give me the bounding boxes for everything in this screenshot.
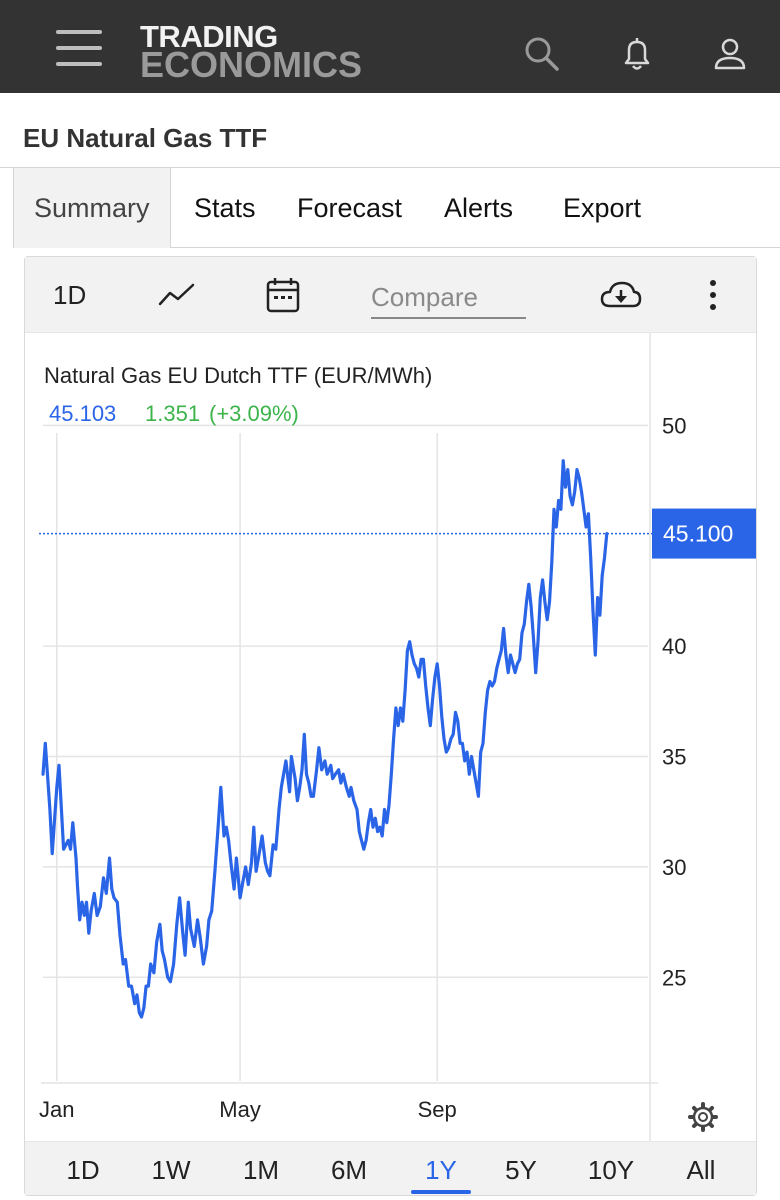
change-percent: (+3.09%) [209, 401, 299, 426]
search-icon[interactable] [522, 34, 562, 74]
page-title: EU Natural Gas TTF [23, 123, 268, 153]
y-tick-label: 25 [662, 965, 686, 990]
calendar-icon[interactable] [265, 257, 301, 333]
compare-input[interactable] [371, 277, 526, 319]
period-1y[interactable]: 1Y [411, 1142, 471, 1196]
price-chart[interactable]: Natural Gas EU Dutch TTF (EUR/MWh) 45.10… [25, 333, 756, 1141]
y-tick-label: 50 [662, 413, 686, 438]
period-5y[interactable]: 5Y [501, 1142, 541, 1196]
x-tick-label: Sep [418, 1097, 457, 1122]
series-line [41, 459, 609, 1019]
top-bar: TRADING ECONOMICS [0, 0, 780, 93]
y-tick-label: 30 [662, 855, 686, 880]
period-10y[interactable]: 10Y [581, 1142, 641, 1196]
tab-export[interactable]: Export [563, 168, 641, 248]
logo[interactable]: TRADING ECONOMICS [140, 21, 363, 85]
period-selector: 1D 1W 1M 6M 1Y 5Y 10Y All [25, 1141, 756, 1195]
x-tick-label: Jan [39, 1097, 74, 1122]
chart-title: Natural Gas EU Dutch TTF (EUR/MWh) [44, 363, 432, 388]
line-chart-icon[interactable] [157, 257, 197, 333]
x-tick-label: May [219, 1097, 261, 1122]
cloud-download-icon[interactable] [599, 257, 643, 333]
price-badge-text: 45.100 [663, 521, 733, 547]
user-icon[interactable] [710, 34, 750, 74]
tab-alerts[interactable]: Alerts [444, 168, 513, 248]
more-vertical-icon[interactable] [707, 257, 719, 333]
bell-icon[interactable] [617, 34, 657, 74]
gear-icon[interactable] [688, 1102, 718, 1132]
logo-line2: ECONOMICS [140, 44, 363, 85]
tab-forecast[interactable]: Forecast [297, 168, 402, 248]
current-price-badge: 45.100 [652, 508, 756, 559]
chart-card: 1D Natural Gas EU Dutch TTF (EUR/MWh) 45… [24, 256, 757, 1196]
tab-bar: Summary Stats Forecast Alerts Export [13, 168, 780, 248]
tab-summary[interactable]: Summary [13, 168, 171, 248]
y-tick-label: 35 [662, 745, 686, 770]
tab-stats[interactable]: Stats [194, 168, 256, 248]
period-1w[interactable]: 1W [145, 1142, 197, 1196]
period-1m[interactable]: 1M [237, 1142, 285, 1196]
chart-toolbar: 1D [25, 257, 756, 333]
period-1d[interactable]: 1D [59, 1142, 107, 1196]
menu-icon[interactable] [56, 30, 102, 66]
period-6m[interactable]: 6M [325, 1142, 373, 1196]
y-tick-label: 40 [662, 634, 686, 659]
interval-selector[interactable]: 1D [53, 257, 86, 333]
change-value: 1.351 [145, 401, 200, 426]
period-all[interactable]: All [681, 1142, 721, 1196]
title-row: EU Natural Gas TTF [0, 93, 780, 168]
interval-label: 1D [53, 279, 87, 310]
last-value: 45.103 [49, 401, 116, 426]
